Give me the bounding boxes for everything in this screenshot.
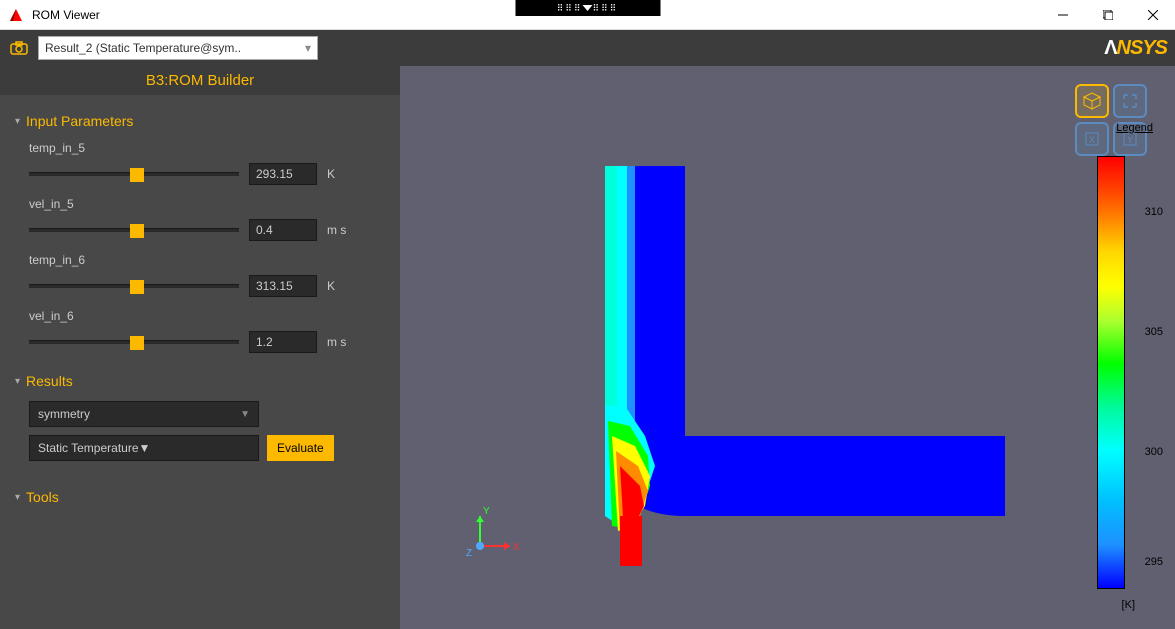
input-vel-in-6[interactable]: 1.2 [249,331,317,353]
view-fit-icon[interactable] [1113,84,1147,118]
minimize-button[interactable] [1040,0,1085,30]
maximize-button[interactable] [1085,0,1130,30]
slider-vel-in-6[interactable] [29,340,239,344]
svg-text:Y: Y [1127,135,1133,145]
app-icon [8,7,24,23]
input-temp-in-6[interactable]: 313.15 [249,275,317,297]
svg-text:X: X [1089,135,1095,145]
param-vel-in-6: vel_in_6 1.2 m s [29,309,380,353]
legend-unit: [K] [1122,599,1135,611]
variable-selector[interactable]: Static Temperature ▼ [29,435,259,461]
brand-logo: ΛNSYS [1104,37,1167,60]
chevron-down-icon: ▼ [240,409,250,420]
close-button[interactable] [1130,0,1175,30]
colorbar [1097,156,1125,589]
svg-text:Y: Y [483,506,490,517]
tick-label: 310 [1145,206,1163,218]
contour-plot [600,166,1020,566]
evaluate-button[interactable]: Evaluate [267,435,334,461]
toolbar: Result_2 (Static Temperature@sym.. ▾ ΛNS… [0,30,1175,66]
collapse-icon: ▾ [15,492,20,503]
slider-temp-in-6[interactable] [29,284,239,288]
viewport[interactable]: X Y Legend [400,66,1175,629]
section-input-parameters[interactable]: ▾ Input Parameters [15,105,380,137]
svg-text:X: X [513,542,520,553]
sidebar: B3:ROM Builder ▾ Input Parameters temp_i… [0,66,400,629]
param-temp-in-5: temp_in_5 293.15 K [29,141,380,185]
param-temp-in-6: temp_in_6 313.15 K [29,253,380,297]
tick-label: 295 [1145,556,1163,568]
window-title: ROM Viewer [32,8,100,22]
chevron-down-icon: ▼ [139,441,151,455]
tick-label: 305 [1145,326,1163,338]
collapse-icon: ▾ [15,116,20,127]
input-temp-in-5[interactable]: 293.15 [249,163,317,185]
screenshot-button[interactable] [8,37,30,59]
tick-label: 300 [1145,446,1163,458]
result-selector[interactable]: Result_2 (Static Temperature@sym.. ▾ [38,36,318,60]
input-vel-in-5[interactable]: 0.4 [249,219,317,241]
expand-collapse-bar[interactable]: ⠿⠿⠿ ⠿⠿⠿ [515,0,660,16]
collapse-icon: ▾ [15,376,20,387]
view-cube-icon[interactable] [1075,84,1109,118]
sidebar-title: B3:ROM Builder [0,66,400,95]
chevron-down-icon: ▾ [305,41,311,55]
region-selector[interactable]: symmetry ▼ [29,401,259,427]
section-tools[interactable]: ▾ Tools [15,481,380,513]
param-vel-in-5: vel_in_5 0.4 m s [29,197,380,241]
titlebar: ROM Viewer ⠿⠿⠿ ⠿⠿⠿ [0,0,1175,30]
section-results[interactable]: ▾ Results [15,365,380,397]
slider-vel-in-5[interactable] [29,228,239,232]
result-selector-label: Result_2 (Static Temperature@sym.. [45,41,241,55]
sidebar-scroll[interactable]: ▾ Input Parameters temp_in_5 293.15 K ve… [0,95,400,629]
axis-triad: X Y Z [460,506,520,569]
view-axis-x-icon[interactable]: X [1075,122,1109,156]
svg-text:Z: Z [466,548,472,559]
legend-label: Legend [1116,122,1153,134]
slider-temp-in-5[interactable] [29,172,239,176]
